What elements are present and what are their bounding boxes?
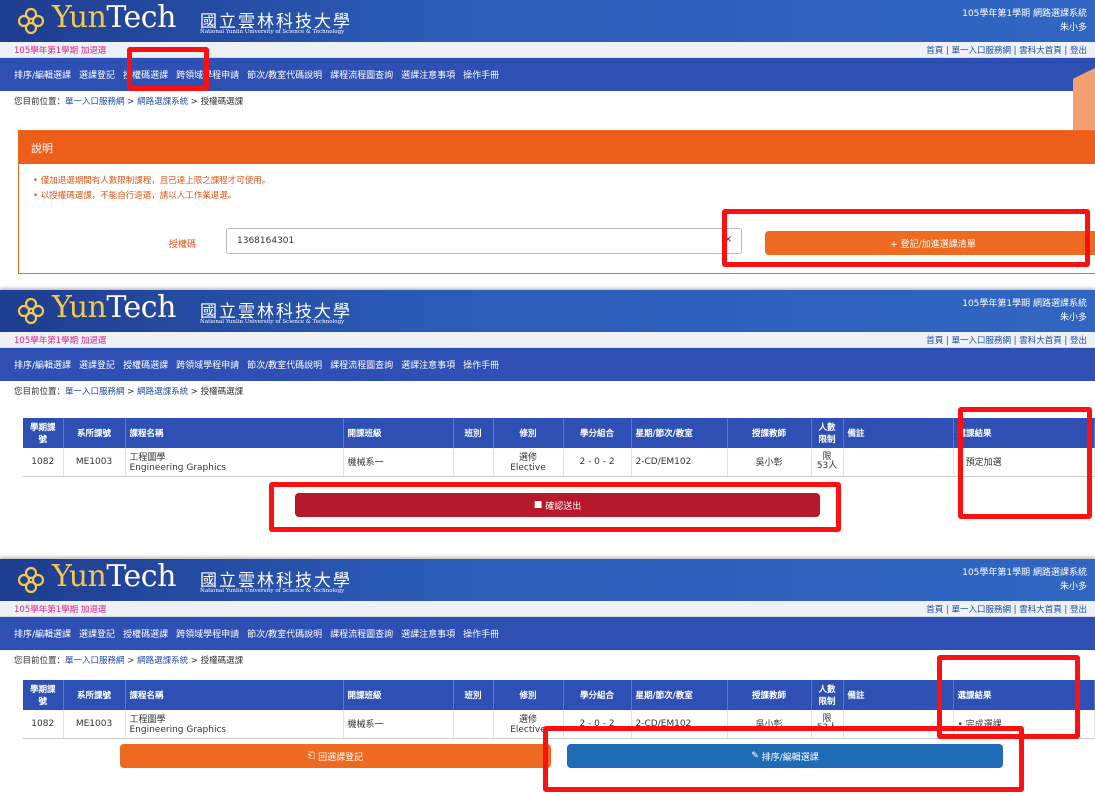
nav-item-flowchart[interactable]: 課程流程圖查詢 <box>330 358 393 371</box>
nav-item-flowchart[interactable]: 課程流程圖查詢 <box>330 68 393 81</box>
nav-item-period-codes[interactable]: 節次/教室代碼說明 <box>247 358 322 371</box>
breadcrumb-link-portal[interactable]: 單一入口服務網 <box>65 656 125 666</box>
nav-item-manual[interactable]: 操作手冊 <box>463 627 499 640</box>
nav-item-period-codes[interactable]: 節次/教室代碼說明 <box>247 68 322 81</box>
top-links[interactable]: 首頁 | 單一入口服務網 | 雲科大首頁 | 登出 <box>926 334 1087 346</box>
site-header: YunTech 國立雲林科技大學 National Yunlin Univers… <box>0 290 1095 332</box>
table-row: 1082 ME1003 工程圖學 Engineering Graphics 機械系… <box>23 710 1095 739</box>
table-header-row: 學期課號 系所課號 課程名稱 開課班級 班別 修別 學分組合 星期/節次/教室 … <box>23 418 1095 448</box>
back-icon: ⎗ <box>307 751 316 761</box>
nav-item-notes[interactable]: 選課注意事項 <box>401 68 455 81</box>
semester-label: 105學年第1學期 加退選 <box>14 336 107 346</box>
nav-item-auth-code[interactable]: 授權碼選課 <box>123 627 168 640</box>
nav-item-period-codes[interactable]: 節次/教室代碼說明 <box>247 627 322 640</box>
nav-item-manual[interactable]: 操作手冊 <box>463 68 499 81</box>
breadcrumb: 您目前位置：單一入口服務網 > 網路選課系統 > 授權碼選課 <box>14 656 244 666</box>
breadcrumb-link-system[interactable]: 網路選課系統 <box>137 387 188 397</box>
panel-completed: YunTech 國立雲林科技大學 National Yunlin Univers… <box>0 559 1095 794</box>
yuntech-flower-logo-icon <box>17 7 45 35</box>
nav-item-auth-code[interactable]: 授權碼選課 <box>123 358 168 371</box>
table-row: 1082 ME1003 工程圖學 Engineering Graphics 機械系… <box>23 448 1095 477</box>
back-to-register-button[interactable]: ⎗ 回選課登記 <box>120 744 551 768</box>
panel-auth-code-entry: YunTech 國立雲林科技大學 National Yunlin Univers… <box>0 0 1095 287</box>
top-links[interactable]: 首頁 | 單一入口服務網 | 雲科大首頁 | 登出 <box>926 44 1087 56</box>
university-name-en: National Yunlin University of Science & … <box>200 588 345 594</box>
table-header-row: 學期課號 系所課號 課程名稱 開課班級 班別 修別 學分組合 星期/節次/教室 … <box>23 680 1095 710</box>
nav-item-manual[interactable]: 操作手冊 <box>463 358 499 371</box>
breadcrumb-current: 授權碼選課 <box>200 656 244 666</box>
panel-confirm-submit: YunTech 國立雲林科技大學 National Yunlin Univers… <box>0 290 1095 556</box>
auth-code-label: 授權碼 <box>169 240 197 250</box>
nav-item-sort-edit[interactable]: 排序/編輯選課 <box>14 627 71 640</box>
nav-item-sort-edit[interactable]: 排序/編輯選課 <box>14 68 71 81</box>
main-nav: 排序/編輯選課 選課登記 授權碼選課 跨領域學程申請 節次/教室代碼說明 課程流… <box>0 617 1095 650</box>
nav-item-notes[interactable]: 選課注意事項 <box>401 358 455 371</box>
course-table: 學期課號 系所課號 課程名稱 開課班級 班別 修別 學分組合 星期/節次/教室 … <box>23 680 1095 739</box>
semester-bar: 105學年第1學期 加退選 首頁 | 單一入口服務網 | 雲科大首頁 | 登出 <box>0 332 1095 348</box>
user-name: 朱小多 <box>1059 313 1087 323</box>
site-header: YunTech 國立雲林科技大學 National Yunlin Univers… <box>0 559 1095 601</box>
main-nav: 排序/編輯選課 選課登記 授權碼選課 跨領域學程申請 節次/教室代碼說明 課程流… <box>0 348 1095 381</box>
user-name: 朱小多 <box>1059 582 1087 592</box>
system-title: 105學年第1學期 網路選課系統 <box>962 299 1087 309</box>
nav-item-register[interactable]: 選課登記 <box>79 68 115 81</box>
yuntech-flower-logo-icon <box>17 297 45 325</box>
breadcrumb-link-system[interactable]: 網路選課系統 <box>137 97 188 107</box>
breadcrumb: 您目前位置：單一入口服務網 > 網路選課系統 > 授權碼選課 <box>14 387 244 397</box>
description-body: • 僅加退選期間有人數限制課程，且已達上限之課程才可使用。 • 以授權碼選課，不… <box>33 176 271 201</box>
yuntech-flower-logo-icon <box>17 566 45 594</box>
breadcrumb-link-portal[interactable]: 單一入口服務網 <box>65 387 125 397</box>
result-status: • 預定加選 <box>953 448 1095 477</box>
logo-wordmark: YunTech <box>52 290 176 325</box>
nav-item-auth-code[interactable]: 授權碼選課 <box>123 68 168 81</box>
nav-item-register[interactable]: 選課登記 <box>79 627 115 640</box>
nav-item-notes[interactable]: 選課注意事項 <box>401 627 455 640</box>
nav-item-register[interactable]: 選課登記 <box>79 358 115 371</box>
system-title: 105學年第1學期 網路選課系統 <box>962 568 1087 578</box>
nav-item-cross-program[interactable]: 跨領域學程申請 <box>176 627 239 640</box>
semester-label: 105學年第1學期 加退選 <box>14 605 107 615</box>
semester-bar: 105學年第1學期 加退選 首頁 | 單一入口服務網 | 雲科大首頁 | 登出 <box>0 42 1095 58</box>
top-links[interactable]: 首頁 | 單一入口服務網 | 雲科大首頁 | 登出 <box>926 603 1087 615</box>
logo-wordmark: YunTech <box>52 0 176 35</box>
user-name: 朱小多 <box>1059 23 1087 33</box>
breadcrumb-link-portal[interactable]: 單一入口服務網 <box>65 97 125 107</box>
save-icon: ■ <box>533 500 543 510</box>
pencil-icon: ✎ <box>751 751 759 761</box>
site-header: YunTech 國立雲林科技大學 National Yunlin Univers… <box>0 0 1095 42</box>
nav-item-flowchart[interactable]: 課程流程圖查詢 <box>330 627 393 640</box>
breadcrumb-current: 授權碼選課 <box>200 97 244 107</box>
description-title: 說明 <box>19 131 1095 164</box>
nav-item-sort-edit[interactable]: 排序/編輯選課 <box>14 358 71 371</box>
add-to-list-button[interactable]: + 登記/加進選課清單 <box>765 231 1095 255</box>
course-table: 學期課號 系所課號 課程名稱 開課班級 班別 修別 學分組合 星期/節次/教室 … <box>23 418 1095 477</box>
result-status: • 完成選課 <box>953 710 1095 739</box>
breadcrumb-current: 授權碼選課 <box>200 387 244 397</box>
confirm-submit-button[interactable]: ■ 確認送出 <box>295 493 820 517</box>
semester-bar: 105學年第1學期 加退選 首頁 | 單一入口服務網 | 雲科大首頁 | 登出 <box>0 601 1095 617</box>
system-title: 105學年第1學期 網路選課系統 <box>962 9 1087 19</box>
breadcrumb: 您目前位置：單一入口服務網 > 網路選課系統 > 授權碼選課 <box>14 97 244 107</box>
breadcrumb-link-system[interactable]: 網路選課系統 <box>137 656 188 666</box>
university-name-en: National Yunlin University of Science & … <box>200 29 345 35</box>
main-nav: 排序/編輯選課 選課登記 授權碼選課 跨領域學程申請 節次/教室代碼說明 課程流… <box>0 58 1095 91</box>
nav-item-cross-program[interactable]: 跨領域學程申請 <box>176 358 239 371</box>
logo-wordmark: YunTech <box>52 559 176 594</box>
nav-item-cross-program[interactable]: 跨領域學程申請 <box>176 68 239 81</box>
university-name-en: National Yunlin University of Science & … <box>200 319 345 325</box>
semester-label: 105學年第1學期 加退選 <box>14 46 107 56</box>
auth-code-input[interactable] <box>226 228 742 254</box>
clear-icon[interactable]: × <box>724 234 732 245</box>
sort-edit-button[interactable]: ✎ 排序/編輯選課 <box>567 744 1003 768</box>
description-box: 說明 • 僅加退選期間有人數限制課程，且已達上限之課程才可使用。 • 以授權碼選… <box>18 130 1095 274</box>
